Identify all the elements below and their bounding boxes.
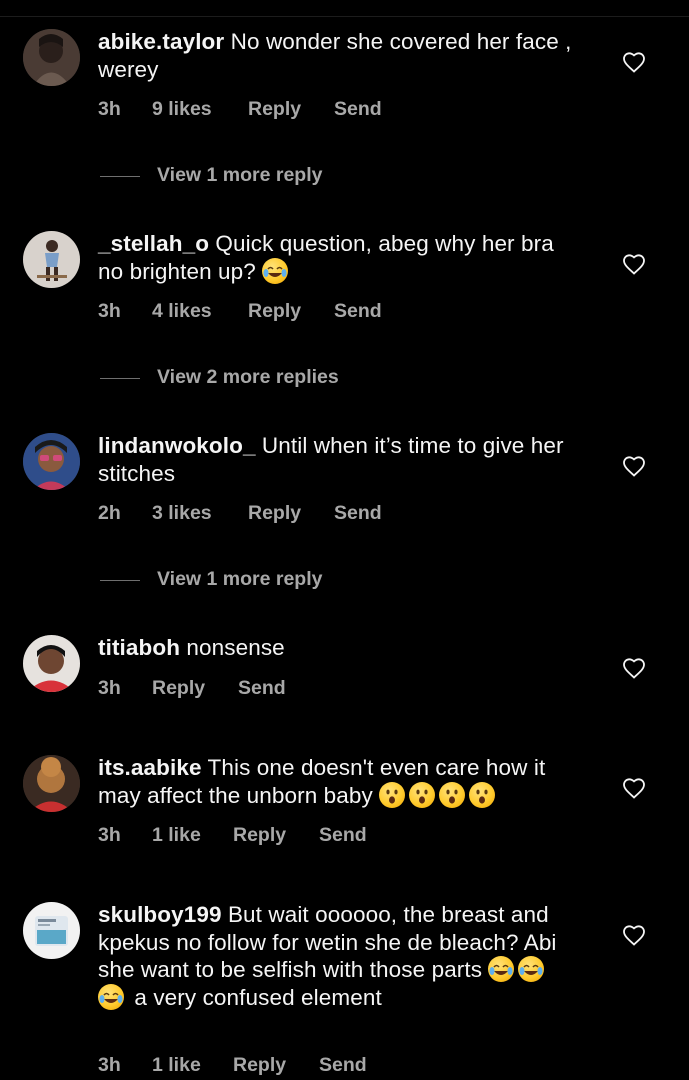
heart-outline-icon[interactable] <box>622 253 646 275</box>
comment-time: 2h <box>98 502 121 524</box>
hushed-face-icon <box>469 781 496 808</box>
comment-likes[interactable]: 1 like <box>152 824 201 847</box>
divider <box>0 16 689 17</box>
comment-username[interactable]: skulboy199 <box>98 902 222 927</box>
avatar[interactable] <box>23 635 80 692</box>
send-button[interactable]: Send <box>319 1054 367 1077</box>
reply-button[interactable]: Reply <box>248 502 301 525</box>
heart-outline-icon[interactable] <box>622 455 646 477</box>
face-with-tears-of-joy-icon <box>262 257 289 284</box>
reply-button[interactable]: Reply <box>248 98 301 121</box>
reply-button[interactable]: Reply <box>152 677 205 700</box>
comment-likes[interactable]: 9 likes <box>152 98 212 121</box>
comment-username[interactable]: titiaboh <box>98 635 180 660</box>
send-button[interactable]: Send <box>334 502 382 525</box>
heart-outline-icon[interactable] <box>622 657 646 679</box>
face-with-tears-of-joy-icon <box>98 983 124 1010</box>
comment-text: skulboy199 But wait oooooo, the breast a… <box>98 901 578 1011</box>
send-button[interactable]: Send <box>334 300 382 323</box>
face-with-tears-of-joy-icon <box>488 956 515 982</box>
hushed-face-icon <box>379 781 406 808</box>
comment-time: 3h <box>98 300 121 322</box>
comment-likes[interactable]: 1 like <box>152 1054 201 1077</box>
heart-outline-icon[interactable] <box>622 51 646 73</box>
hushed-face-icon <box>439 781 466 808</box>
comment-text: lindanwokolo_ Until when it’s time to gi… <box>98 432 578 487</box>
avatar[interactable] <box>23 755 80 812</box>
comment-text: _stellah_o Quick question, abeg why her … <box>98 230 578 285</box>
comment-body: nonsense <box>186 635 285 660</box>
reply-button[interactable]: Reply <box>233 1054 286 1077</box>
avatar[interactable] <box>23 231 80 288</box>
comment-time: 3h <box>98 98 121 120</box>
comment-likes[interactable]: 4 likes <box>152 300 212 323</box>
comment-username[interactable]: lindanwokolo_ <box>98 433 256 458</box>
comment-time: 3h <box>98 824 121 846</box>
send-button[interactable]: Send <box>319 824 367 847</box>
avatar[interactable] <box>23 29 80 86</box>
avatar[interactable] <box>23 433 80 490</box>
comment-body-continued: a very confused element <box>134 984 382 1010</box>
heart-outline-icon[interactable] <box>622 924 646 946</box>
comment-time: 3h <box>98 1054 121 1076</box>
send-button[interactable]: Send <box>238 677 286 700</box>
comment-time: 3h <box>98 677 121 699</box>
avatar[interactable] <box>23 902 80 959</box>
heart-outline-icon[interactable] <box>622 777 646 799</box>
divider <box>100 580 140 581</box>
face-with-tears-of-joy-icon <box>518 956 545 982</box>
hushed-face-icon <box>409 781 436 808</box>
divider <box>100 378 140 379</box>
view-more-label[interactable]: View 1 more reply <box>157 164 322 187</box>
comment-likes[interactable]: 3 likes <box>152 502 212 525</box>
comment-username[interactable]: its.aabike <box>98 755 202 780</box>
comment-text: abike.taylor No wonder she covered her f… <box>98 28 578 83</box>
comment-text: titiaboh nonsense <box>98 634 578 662</box>
comment-username[interactable]: _stellah_o <box>98 231 209 256</box>
view-more-label[interactable]: View 2 more replies <box>157 366 339 389</box>
comment-username[interactable]: abike.taylor <box>98 29 224 54</box>
view-more-label[interactable]: View 1 more reply <box>157 568 322 591</box>
reply-button[interactable]: Reply <box>248 300 301 323</box>
comment-text: its.aabike This one doesn't even care ho… <box>98 754 578 809</box>
send-button[interactable]: Send <box>334 98 382 121</box>
divider <box>100 176 140 177</box>
reply-button[interactable]: Reply <box>233 824 286 847</box>
